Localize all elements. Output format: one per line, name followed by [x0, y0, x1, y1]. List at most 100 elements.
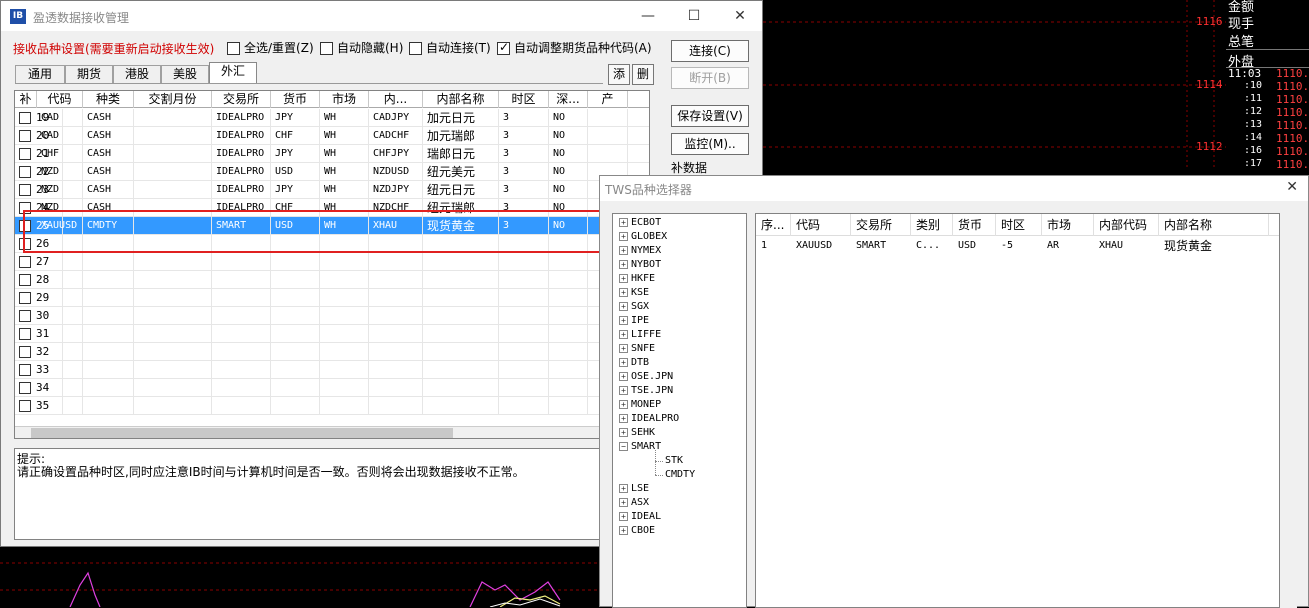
- table-row[interactable]: 23 NZD CASH IDEALPRO JPY WH NZDJPY 纽元日元 3 NO: [15, 181, 649, 199]
- column-header[interactable]: 内部名称: [423, 91, 499, 108]
- tree-node-exchange[interactable]: + NYBOT: [619, 258, 661, 272]
- table-row[interactable]: 33: [15, 361, 649, 379]
- tree-node-exchange[interactable]: + NYMEX: [619, 244, 661, 258]
- column-header[interactable]: 代码: [37, 91, 83, 108]
- tree-node-exchange[interactable]: + IPE: [619, 314, 649, 328]
- tree-node-exchange[interactable]: + ECBOT: [619, 216, 661, 230]
- select-all-reset-checkbox[interactable]: 全选/重置(Z): [227, 39, 314, 56]
- table-row[interactable]: 27: [15, 253, 649, 271]
- tree-node-exchange[interactable]: + TSE.JPN: [619, 384, 673, 398]
- list-column-header[interactable]: 内部名称: [1159, 214, 1269, 236]
- collapse-icon[interactable]: −: [619, 441, 628, 451]
- tree-node-exchange[interactable]: + IDEAL: [619, 510, 661, 524]
- table-row[interactable]: 34: [15, 379, 649, 397]
- tab-forex[interactable]: 外汇: [209, 62, 257, 84]
- tree-node-exchange[interactable]: + IDEALPRO: [619, 412, 679, 426]
- horizontal-scrollbar[interactable]: [15, 426, 649, 438]
- expand-icon[interactable]: +: [619, 371, 628, 381]
- tree-node-exchange[interactable]: + MONEP: [619, 398, 661, 412]
- checkbox-box[interactable]: [409, 42, 422, 55]
- tree-node-contract-type[interactable]: STK: [665, 454, 683, 468]
- column-header[interactable]: 产: [588, 91, 628, 108]
- expand-icon[interactable]: +: [619, 301, 628, 311]
- tree-node-exchange[interactable]: + SGX: [619, 300, 649, 314]
- expand-icon[interactable]: +: [619, 273, 628, 283]
- list-row[interactable]: 1 XAUUSD SMART C... USD -5 AR XHAU 现货黄金: [756, 238, 1279, 254]
- tab-futures[interactable]: 期货: [65, 65, 113, 83]
- column-header[interactable]: 交易所: [212, 91, 271, 108]
- tree-node-exchange[interactable]: + HKFE: [619, 272, 655, 286]
- expand-icon[interactable]: +: [619, 427, 628, 437]
- tree-node-exchange[interactable]: + LIFFE: [619, 328, 661, 342]
- tab-hk-stocks[interactable]: 港股: [113, 65, 161, 83]
- list-column-header[interactable]: 类别: [911, 214, 953, 236]
- expand-icon[interactable]: +: [619, 231, 628, 241]
- column-header[interactable]: 货币: [271, 91, 320, 108]
- column-header[interactable]: 深...: [549, 91, 588, 108]
- expand-icon[interactable]: +: [619, 497, 628, 507]
- tree-node-exchange[interactable]: + DTB: [619, 356, 649, 370]
- auto-hide-checkbox[interactable]: 自动隐藏(H): [320, 39, 403, 56]
- tree-node-exchange[interactable]: + SNFE: [619, 342, 655, 356]
- exchange-tree[interactable]: + ECBOT + GLOBEX + NYMEX + NYBOT + HKFE + KSE + SGX + I…: [612, 213, 747, 608]
- tree-node-exchange[interactable]: + SEHK: [619, 426, 655, 440]
- monitor-button[interactable]: 监控(M)..: [671, 133, 749, 155]
- expand-icon[interactable]: +: [619, 245, 628, 255]
- scrollbar-thumb[interactable]: [31, 428, 453, 438]
- maximize-button[interactable]: ☐: [671, 1, 717, 31]
- tab-us-stocks[interactable]: 美股: [161, 65, 209, 83]
- column-header[interactable]: 市场: [320, 91, 369, 108]
- table-row[interactable]: 25 XAUUSD CMDTY SMART USD WH XHAU 现货黄金 3 NO: [15, 217, 649, 235]
- add-button[interactable]: 添: [608, 64, 630, 85]
- expand-icon[interactable]: +: [619, 343, 628, 353]
- tws-close-button[interactable]: ✕: [1286, 179, 1298, 195]
- table-row[interactable]: 19 CAD CASH IDEALPRO JPY WH CADJPY 加元日元 3 NO: [15, 109, 649, 127]
- expand-icon[interactable]: +: [619, 357, 628, 367]
- table-row[interactable]: 30: [15, 307, 649, 325]
- list-column-header[interactable]: 交易所: [851, 214, 911, 236]
- expand-icon[interactable]: +: [619, 413, 628, 423]
- list-column-header[interactable]: 时区: [996, 214, 1042, 236]
- close-button[interactable]: ✕: [717, 1, 763, 31]
- table-row[interactable]: 35: [15, 397, 649, 415]
- tree-node-exchange[interactable]: + LSE: [619, 482, 649, 496]
- minimize-button[interactable]: —: [625, 1, 671, 31]
- auto-connect-checkbox[interactable]: 自动连接(T): [409, 39, 491, 56]
- tree-node-exchange[interactable]: + KSE: [619, 286, 649, 300]
- disconnect-button[interactable]: 断开(B): [671, 67, 749, 89]
- tree-node-exchange[interactable]: + ASX: [619, 496, 649, 510]
- tree-node-contract-type[interactable]: CMDTY: [665, 468, 695, 482]
- column-header[interactable]: 时区: [499, 91, 549, 108]
- expand-icon[interactable]: +: [619, 287, 628, 297]
- expand-icon[interactable]: +: [619, 399, 628, 409]
- expand-icon[interactable]: +: [619, 511, 628, 521]
- list-column-header[interactable]: 货币: [953, 214, 996, 236]
- delete-button[interactable]: 删: [632, 64, 654, 85]
- table-row[interactable]: 22 NZD CASH IDEALPRO USD WH NZDUSD 纽元美元 3 NO: [15, 163, 649, 181]
- list-column-header[interactable]: 代码: [791, 214, 851, 236]
- table-row[interactable]: 24 NZD CASH IDEALPRO CHF WH NZDCHF 纽元瑞郎 3 NO: [15, 199, 649, 217]
- expand-icon[interactable]: +: [619, 483, 628, 493]
- connect-button[interactable]: 连接(C): [671, 40, 749, 62]
- expand-icon[interactable]: +: [619, 315, 628, 325]
- checkbox-box[interactable]: [227, 42, 240, 55]
- table-row[interactable]: 21 CHF CASH IDEALPRO JPY WH CHFJPY 瑞郎日元 3 NO: [15, 145, 649, 163]
- tree-node-exchange[interactable]: + OSE.JPN: [619, 370, 673, 384]
- expand-icon[interactable]: +: [619, 525, 628, 535]
- tab-general[interactable]: 通用: [15, 65, 65, 83]
- expand-icon[interactable]: +: [619, 329, 628, 339]
- symbol-grid[interactable]: 补 代码 种类 交割月份 交易所 货币 市场 内... 内部名称 时区 深...…: [14, 90, 650, 439]
- column-header[interactable]: 交割月份: [134, 91, 212, 108]
- list-column-header[interactable]: 序...: [756, 214, 791, 236]
- column-header[interactable]: 内...: [369, 91, 423, 108]
- table-row[interactable]: 28: [15, 271, 649, 289]
- table-row[interactable]: 31: [15, 325, 649, 343]
- list-column-header[interactable]: 内部代码: [1094, 214, 1159, 236]
- save-settings-button[interactable]: 保存设置(V): [671, 105, 749, 127]
- column-header[interactable]: 补: [15, 91, 37, 108]
- tree-node-exchange[interactable]: + CBOE: [619, 524, 655, 538]
- table-row[interactable]: 26: [15, 235, 649, 253]
- contract-list[interactable]: 序... 代码 交易所 类别 货币 时区 市场 内部代码 内部名称 1 XAUU…: [755, 213, 1280, 608]
- expand-icon[interactable]: +: [619, 259, 628, 269]
- list-column-header[interactable]: 市场: [1042, 214, 1094, 236]
